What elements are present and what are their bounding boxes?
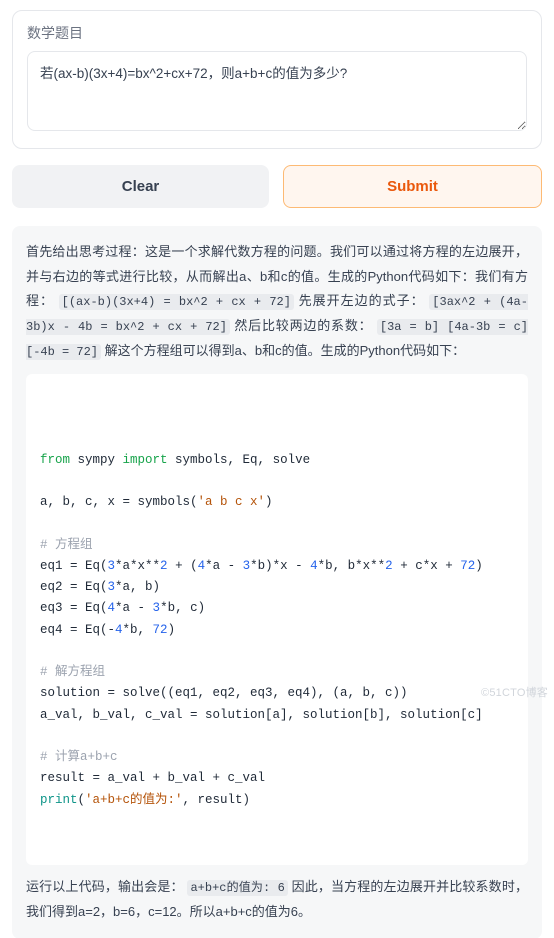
answer-text-3: 然后比较两边的系数： (234, 318, 372, 333)
question-label: 数学题目 (27, 23, 527, 43)
copy-icon[interactable] (502, 384, 518, 400)
answer-card: 首先给出思考过程：这是一个求解代数方程的问题。我们可以通过将方程的左边展开，并与… (12, 226, 542, 938)
inline-code-output: a+b+c的值为: 6 (187, 880, 287, 896)
answer-outro: 运行以上代码，输出会是： a+b+c的值为: 6 因此，当方程的左边展开并比较系… (26, 875, 528, 924)
question-input[interactable] (27, 51, 527, 131)
answer-text-4: 解这个方程组可以得到a、b和c的值。生成的Python代码如下： (105, 343, 465, 358)
question-card: 数学题目 (12, 10, 542, 149)
answer-outro-pre: 运行以上代码，输出会是： (26, 879, 184, 894)
submit-button[interactable]: Submit (283, 165, 542, 208)
inline-code-1: [(ax-b)(3x+4) = bx^2 + cx + 72] (59, 294, 294, 310)
code-block: from sympy import symbols, Eq, solve a, … (26, 374, 528, 866)
answer-intro: 首先给出思考过程：这是一个求解代数方程的问题。我们可以通过将方程的左边展开，并与… (26, 240, 528, 364)
clear-button[interactable]: Clear (12, 165, 269, 208)
code-lines: from sympy import symbols, Eq, solve a, … (40, 450, 514, 811)
button-row: Clear Submit (12, 165, 542, 208)
answer-text-2: 先展开左边的式子： (299, 293, 425, 308)
